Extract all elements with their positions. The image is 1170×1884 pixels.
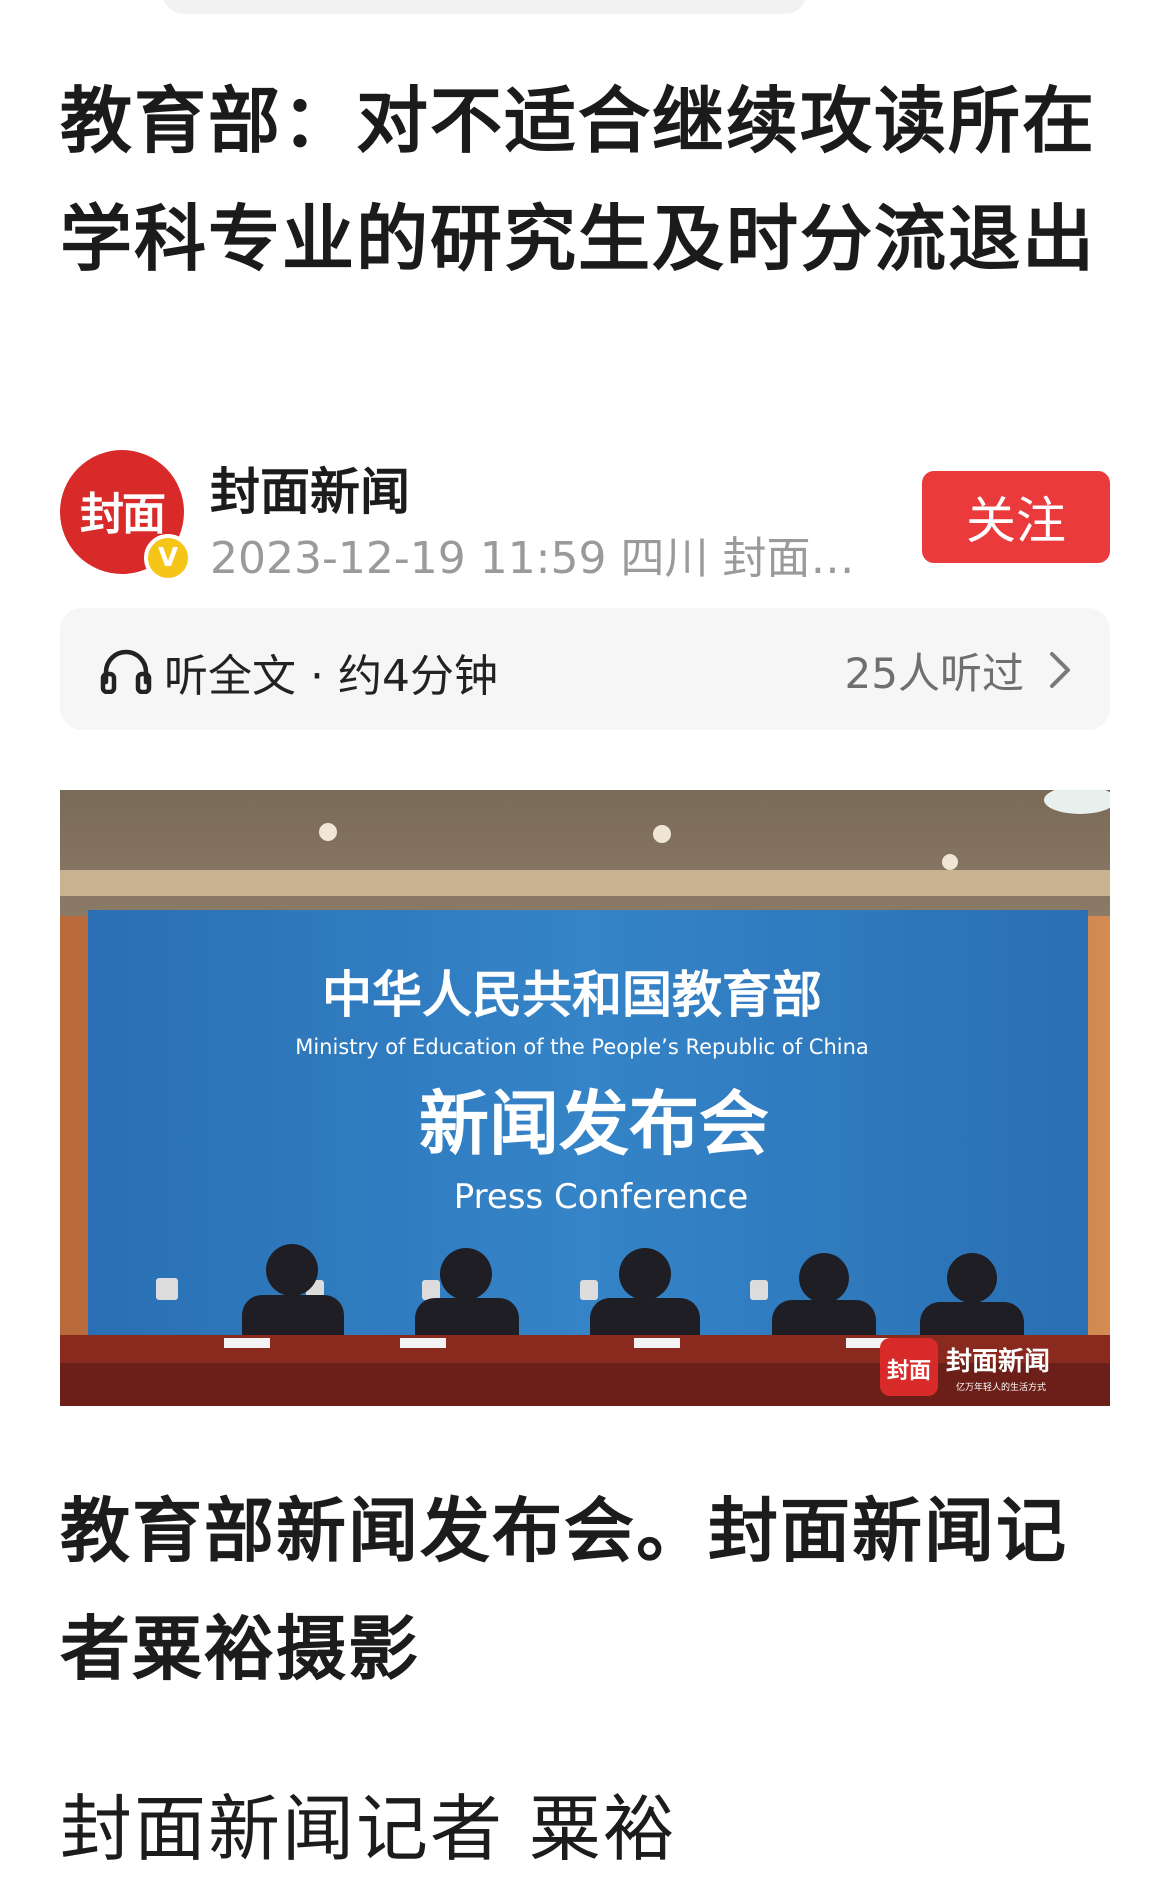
banner-en: Ministry of Education of the People’s Re… [295,1035,869,1059]
listened-count: 25人听过 [844,649,1024,698]
reporter-byline: 封面新闻记者 粟裕 [60,1787,677,1871]
follow-button[interactable]: 关注 [922,471,1110,563]
author-row: 封面 V 封面新闻 2023-12-19 11:59 四川 封面新闻官方账号 关… [60,448,1110,584]
event-en: Press Conference [454,1177,749,1217]
publish-meta: 2023-12-19 11:59 四川 封面新闻官方账号 [210,533,880,584]
photo-caption: 教育部新闻发布会。封面新闻记者粟裕摄影 [60,1490,1068,1690]
watermark-logo: 封面 [887,1358,931,1384]
headphone-icon [100,649,152,694]
press-conference-scene: 中华人民共和国教育部 Ministry of Education of the … [60,790,1110,1406]
listen-label: 听全文 · 约4分钟 [164,651,498,702]
listen-full-text-bar[interactable]: 听全文 · 约4分钟 25人听过 [60,608,1110,730]
watermark-slogan: 亿万年轻人的生活方式 [956,1381,1046,1393]
author-name[interactable]: 封面新闻 [210,452,410,524]
article-title: 教育部：对不适合继续攻读所在学科专业的研究生及时分流退出 [60,79,1097,281]
press-conference-photo[interactable]: 中华人民共和国教育部 Ministry of Education of the … [60,790,1110,1406]
top-search-pill [162,0,807,14]
watermark-name: 封面新闻 [946,1346,1050,1377]
banner-cn: 中华人民共和国教育部 [322,966,822,1024]
avatar-logo-text: 封面 [80,489,166,540]
verified-badge-icon: V [144,534,192,582]
chevron-right-icon [1050,652,1070,688]
author-avatar[interactable]: 封面 V [60,450,192,582]
event-cn: 新闻发布会 [419,1083,769,1165]
